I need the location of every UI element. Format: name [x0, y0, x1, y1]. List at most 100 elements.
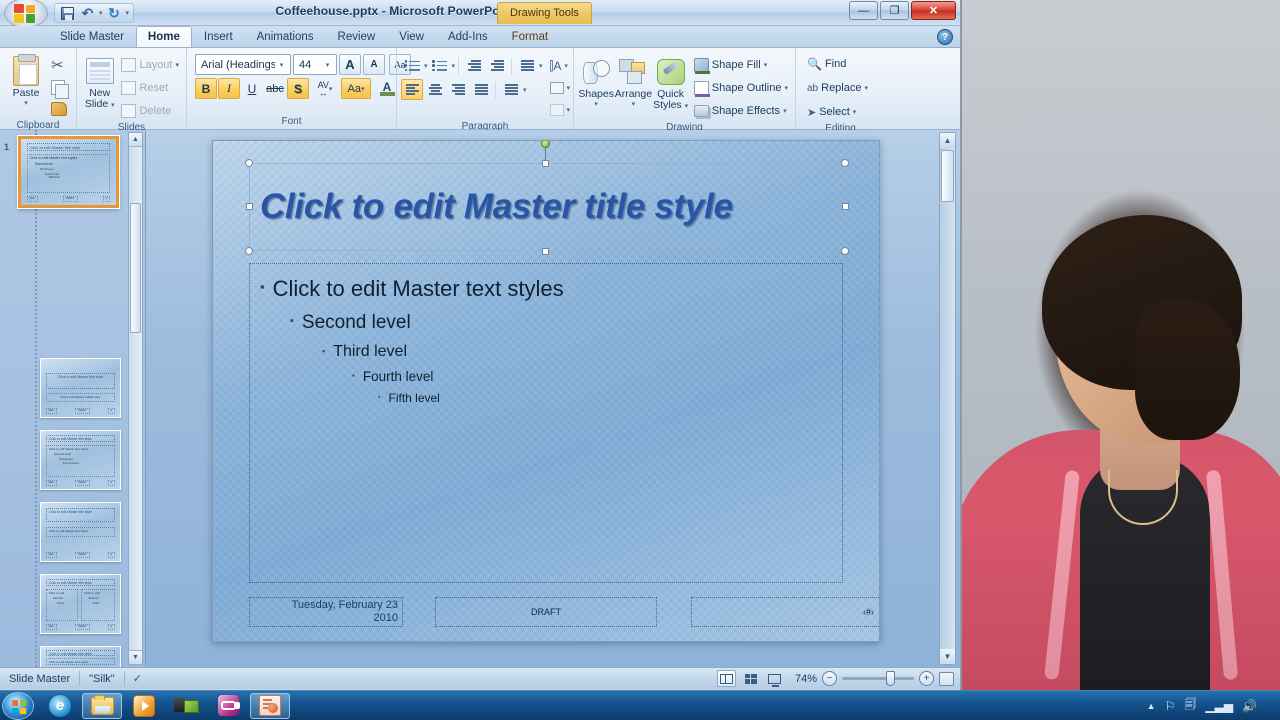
font-name-combo[interactable]: Arial (Headings) ▾ [195, 54, 291, 75]
change-case-dropdown-icon[interactable]: ▾ [361, 85, 365, 93]
shape-outline-dropdown-icon[interactable]: ▾ [784, 84, 788, 92]
bold-button[interactable]: B [195, 78, 217, 99]
view-normal-button[interactable] [717, 670, 736, 687]
align-center-button[interactable] [424, 79, 446, 100]
zoom-slider-track[interactable] [842, 671, 914, 686]
align-left-button[interactable] [401, 79, 423, 100]
shape-fill-button[interactable]: Shape Fill ▾ [691, 55, 791, 75]
format-painter-button[interactable] [48, 99, 70, 119]
layout-dropdown-icon[interactable]: ▾ [175, 61, 179, 69]
tab-review[interactable]: Review [326, 26, 388, 47]
resize-handle-w[interactable] [246, 203, 253, 210]
view-slide-sorter-button[interactable] [741, 670, 760, 687]
arrange-dropdown-icon[interactable]: ▾ [632, 100, 636, 108]
thumbnail-scroll-up-icon[interactable]: ▲ [129, 133, 142, 147]
copy-button[interactable] [48, 77, 70, 99]
help-icon[interactable]: ? [937, 29, 953, 45]
thumbnail-layout-comparison[interactable]: Click to edit Master title style Click t… [40, 646, 121, 667]
thumbnail-scroll-thumb[interactable] [130, 203, 141, 333]
taskbar-item-windows-explorer[interactable] [82, 692, 122, 719]
decrease-indent-button[interactable] [463, 55, 485, 76]
thumbnail-scroll-down-icon[interactable]: ▼ [129, 650, 142, 664]
thumbnail-layout-two-content[interactable]: Click to edit Master title style Click t… [40, 574, 121, 634]
taskbar-item-powerpoint[interactable] [250, 692, 290, 719]
minimize-button[interactable]: — [849, 1, 878, 20]
footer-placeholder[interactable]: DRAFT [435, 597, 657, 627]
font-size-dropdown-icon[interactable]: ▾ [321, 61, 334, 69]
convert-smartart-button[interactable]: ▾ [547, 100, 574, 120]
shape-fill-dropdown-icon[interactable]: ▾ [764, 61, 768, 69]
zoom-out-button[interactable]: − [822, 671, 837, 686]
numbering-button[interactable] [429, 55, 451, 76]
thumbnail-slide-master[interactable]: Click to edit Master title style Click t… [18, 136, 119, 208]
text-shadow-button[interactable]: S [287, 78, 309, 99]
new-slide-dropdown-icon[interactable]: ▾ [111, 102, 115, 109]
thumbnail-scrollbar[interactable]: ▲ ▼ [128, 132, 143, 665]
text-direction-dropdown-icon[interactable]: ▾ [564, 62, 568, 70]
reset-button[interactable]: Reset [118, 78, 182, 98]
align-right-button[interactable] [447, 79, 469, 100]
resize-handle-nw[interactable] [245, 159, 253, 167]
columns-dropdown-icon[interactable]: ▾ [523, 86, 527, 94]
slide-master-canvas[interactable]: Click to edit Master title style ▪ Click… [212, 140, 880, 642]
fit-to-window-button[interactable] [939, 671, 954, 686]
align-text-dropdown-icon[interactable]: ▾ [567, 84, 571, 92]
shape-outline-button[interactable]: Shape Outline ▾ [691, 78, 791, 98]
thumbnail-layout-title[interactable]: Click to edit Master title style Click t… [40, 358, 121, 418]
tab-home[interactable]: Home [135, 26, 192, 47]
underline-button[interactable]: U [241, 78, 263, 99]
taskbar-item-internet-explorer[interactable] [40, 693, 80, 719]
numbering-dropdown-icon[interactable]: ▾ [452, 62, 456, 70]
select-button[interactable]: ➤ Select ▾ [804, 102, 871, 122]
shapes-button[interactable]: Shapes ▾ [578, 53, 614, 108]
show-hidden-icons-icon[interactable]: ▲ [1147, 701, 1156, 711]
arrange-button[interactable]: Arrange ▾ [614, 53, 652, 108]
action-center-icon[interactable]: 🗐 [1184, 695, 1196, 716]
resize-handle-e[interactable] [842, 203, 849, 210]
change-case-button[interactable]: Aa ▾ [341, 78, 371, 99]
slide-scroll-down-icon[interactable]: ▼ [940, 649, 955, 664]
quick-styles-button[interactable]: Quick Styles ▾ [652, 53, 688, 112]
paste-dropdown-icon[interactable]: ▾ [24, 99, 28, 107]
tab-view[interactable]: View [387, 26, 436, 47]
close-button[interactable]: ✕ [911, 1, 956, 20]
increase-indent-button[interactable] [486, 55, 508, 76]
replace-button[interactable]: ab Replace ▾ [804, 78, 871, 98]
slide-vertical-scrollbar[interactable]: ▲ ▼ [939, 132, 956, 665]
taskbar-item-media-player[interactable] [124, 693, 164, 719]
find-button[interactable]: 🔍 Find [804, 54, 871, 74]
tab-slide-master[interactable]: Slide Master [48, 26, 136, 47]
align-text-button[interactable]: ▾ [547, 78, 574, 98]
bullets-button[interactable] [401, 55, 423, 76]
layout-button[interactable]: Layout ▾ [118, 55, 182, 75]
shape-effects-button[interactable]: Shape Effects ▾ [691, 101, 791, 121]
smartart-dropdown-icon[interactable]: ▾ [567, 106, 571, 114]
start-button[interactable] [2, 691, 34, 720]
strikethrough-button[interactable]: abc [264, 78, 286, 99]
shrink-font-button[interactable]: A [363, 54, 385, 75]
resize-handle-se[interactable] [841, 247, 849, 255]
text-direction-button[interactable]: ⫿A ▾ [547, 56, 574, 76]
zoom-in-button[interactable]: + [919, 671, 934, 686]
columns-button[interactable] [500, 79, 522, 100]
slide-master-thumbnail-pane[interactable]: Click to edit Master title style Click t… [0, 130, 146, 667]
grow-font-button[interactable]: A [339, 54, 361, 75]
view-slide-show-button[interactable] [765, 670, 784, 687]
delete-button[interactable]: Delete [118, 101, 182, 121]
justify-button[interactable] [470, 79, 492, 100]
slide-scroll-thumb[interactable] [941, 150, 954, 202]
slide-scroll-up-icon[interactable]: ▲ [940, 133, 955, 148]
zoom-slider-handle[interactable] [886, 671, 895, 686]
thumbnail-layout-content[interactable]: Click to edit Master title style Click t… [40, 430, 121, 490]
resize-handle-n[interactable] [542, 160, 549, 167]
volume-icon[interactable]: 🔊 [1242, 699, 1257, 713]
resize-handle-ne[interactable] [841, 159, 849, 167]
cut-button[interactable]: ✂ [48, 55, 70, 75]
shape-effects-dropdown-icon[interactable]: ▾ [783, 107, 787, 115]
bullets-dropdown-icon[interactable]: ▾ [424, 62, 428, 70]
taskbar-item-access[interactable] [208, 693, 248, 719]
rotate-handle[interactable] [541, 141, 550, 148]
tab-add-ins[interactable]: Add-Ins [436, 26, 500, 47]
resize-handle-sw[interactable] [245, 247, 253, 255]
shapes-dropdown-icon[interactable]: ▾ [594, 100, 598, 108]
